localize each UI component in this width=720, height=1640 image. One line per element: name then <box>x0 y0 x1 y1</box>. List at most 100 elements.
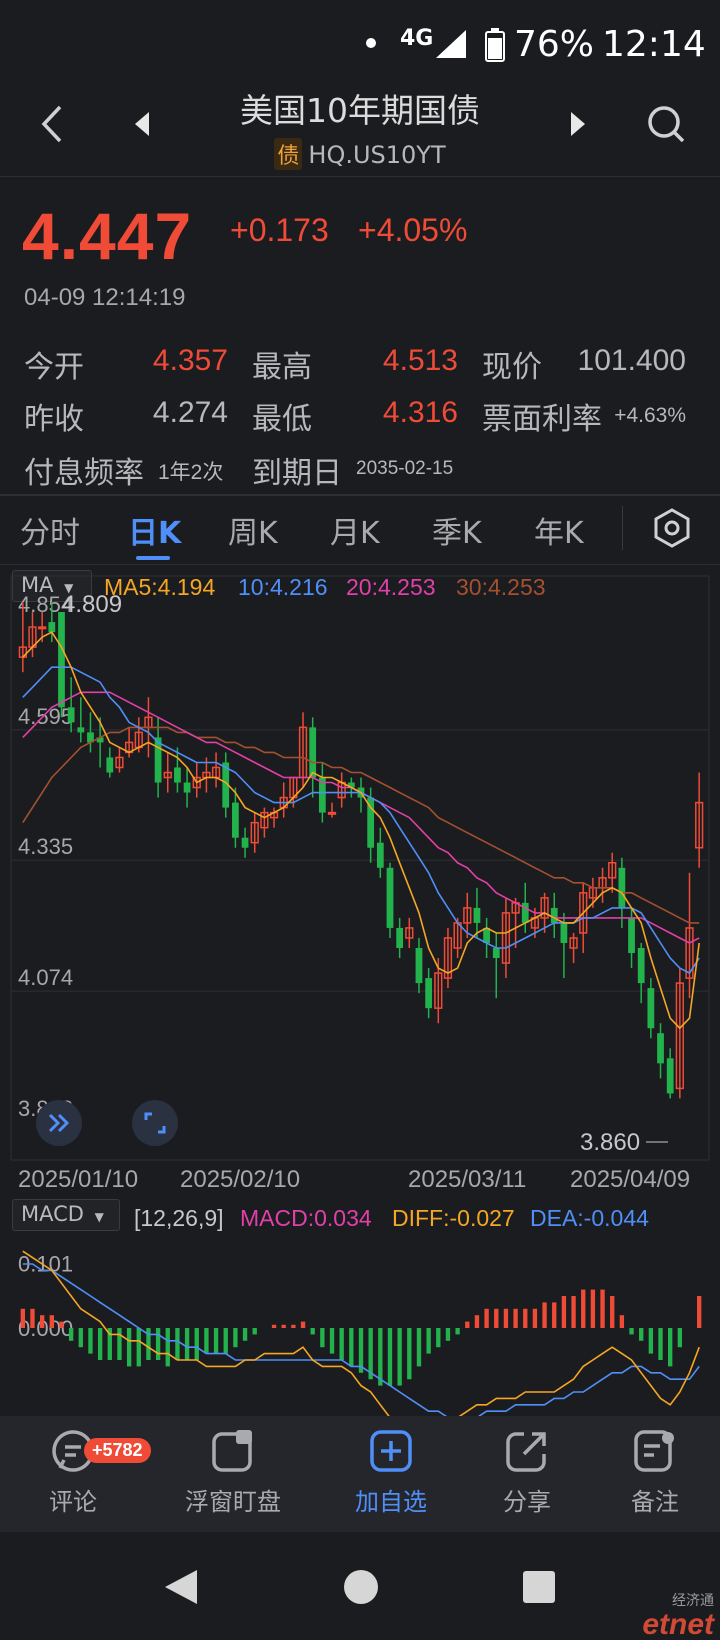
share-button[interactable]: 分享 <box>462 1428 592 1517</box>
macd-y-label: 0.000 <box>18 1316 73 1341</box>
dea-value: DEA:-0.044 <box>530 1205 649 1231</box>
float-window-button[interactable]: 浮窗盯盘 <box>168 1428 298 1517</box>
diff-value: DIFF:-0.027 <box>392 1205 515 1231</box>
coupon-value: +4.63% <box>614 404 686 427</box>
candle-body <box>396 927 404 948</box>
add-watchlist-label: 加自选 <box>355 1488 427 1516</box>
clean-price-value: 101.400 <box>577 344 686 377</box>
system-home-icon[interactable] <box>336 1562 386 1612</box>
status-bar: 4G 76% 12:14 <box>0 0 720 90</box>
expand-left-icon[interactable] <box>36 1100 82 1146</box>
tab-yearly[interactable]: 年K <box>534 508 584 552</box>
system-navigation: 经济通 etnet <box>0 1532 720 1640</box>
open-label: 今开 <box>24 350 84 385</box>
prev-security-icon[interactable] <box>120 102 164 146</box>
candle-body <box>327 811 337 815</box>
security-code: 债 HQ.US10YT <box>160 138 560 170</box>
macd-selector-label: MACD <box>21 1202 84 1226</box>
candle-body <box>483 927 490 943</box>
active-tab-indicator <box>136 556 170 560</box>
add-watchlist-icon <box>370 1430 412 1472</box>
system-back-icon[interactable] <box>156 1562 206 1612</box>
quote-timestamp: 04-09 12:14:19 <box>24 284 186 311</box>
tab-intraday[interactable]: 分时 <box>20 508 80 552</box>
x-label-4: 2025/04/09 <box>570 1166 691 1193</box>
ma30-line <box>22 726 700 924</box>
tab-separator <box>622 506 623 550</box>
y-axis-label: 4.595 <box>18 704 73 729</box>
macd-chart[interactable]: 0.1010.000 <box>0 1232 720 1416</box>
header-divider <box>0 176 720 177</box>
prev-close-label: 昨收 <box>24 402 84 437</box>
x-label-2: 2025/02/10 <box>180 1166 301 1193</box>
tab-quarterly[interactable]: 季K <box>432 508 482 552</box>
next-security-icon[interactable] <box>556 102 600 146</box>
candlestick-chart[interactable]: 4.8544.5954.3354.0743.8134.8093.860 <box>0 574 720 1164</box>
coupon-label: 票面利率 <box>482 402 602 437</box>
candle-body <box>637 948 645 984</box>
network-type: 4G <box>400 26 434 51</box>
frequency-value: 1年2次 <box>158 461 224 484</box>
system-recents-icon[interactable] <box>514 1562 564 1612</box>
candle-body <box>232 802 239 838</box>
battery-icon <box>485 28 505 62</box>
clock: 12:14 <box>602 24 706 65</box>
candle-body <box>309 727 317 778</box>
candle-body <box>38 626 47 630</box>
candle-body <box>425 978 433 1009</box>
candle-body <box>618 867 626 908</box>
period-tabs: 分时 日K 周K 月K 季K 年K <box>0 494 720 564</box>
candle-body <box>666 1058 674 1094</box>
comment-button[interactable]: 评论 +5782 <box>8 1428 151 1517</box>
candle-body <box>628 917 635 954</box>
high-value: 4.513 <box>382 344 458 377</box>
low-value: 4.316 <box>382 396 458 429</box>
comment-label: 评论 <box>49 1488 97 1516</box>
candle-body <box>386 867 394 928</box>
low-label: 最低 <box>252 402 312 437</box>
price-change: +0.173 <box>230 212 329 248</box>
candle-body <box>647 988 655 1029</box>
clean-price-label: 现价 <box>482 350 542 385</box>
high-marker: 4.809 <box>62 591 122 618</box>
candle-body <box>657 1033 664 1064</box>
tab-monthly[interactable]: 月K <box>330 508 380 552</box>
share-label: 分享 <box>503 1488 551 1516</box>
last-price: 4.447 <box>22 199 193 273</box>
high-label: 最高 <box>252 350 312 385</box>
top-bar: 美国10年期国债 债 HQ.US10YT <box>0 80 720 176</box>
float-window-label: 浮窗盯盘 <box>185 1488 281 1516</box>
add-watchlist-button[interactable]: 加自选 <box>326 1428 456 1517</box>
chart-frame <box>10 575 710 1161</box>
maturity-label: 到期日 <box>252 456 342 491</box>
bond-tag: 债 <box>274 138 303 170</box>
open-value: 4.357 <box>152 344 228 377</box>
candle-body <box>174 767 181 783</box>
chart-settings-icon[interactable] <box>648 504 696 552</box>
candle-body <box>415 948 423 984</box>
candle-body <box>376 842 384 868</box>
float-window-icon <box>212 1430 252 1472</box>
y-axis-label: 4.074 <box>18 965 73 990</box>
tab-weekly[interactable]: 周K <box>228 508 278 552</box>
prev-close-value: 4.274 <box>152 396 228 429</box>
price-change-pct: +4.05% <box>358 212 468 248</box>
ma10-line <box>22 666 700 975</box>
search-icon[interactable] <box>640 98 692 150</box>
y-axis-label: 4.335 <box>18 834 73 859</box>
ma5-line <box>22 631 700 1030</box>
candle-body <box>241 837 249 848</box>
candle-body <box>560 922 568 943</box>
back-icon[interactable] <box>28 100 76 148</box>
battery-percent: 76% <box>514 24 595 65</box>
tabs-divider <box>0 564 720 565</box>
fullscreen-icon[interactable] <box>132 1100 178 1146</box>
macd-selector[interactable]: MACD ▼ <box>12 1199 120 1231</box>
x-label-1: 2025/01/10 <box>18 1166 139 1193</box>
dropdown-icon: ▼ <box>94 1210 104 1224</box>
tab-daily[interactable]: 日K <box>128 508 181 552</box>
x-label-3: 2025/03/11 <box>408 1166 527 1193</box>
note-button[interactable]: 备注 <box>590 1428 720 1517</box>
frequency-label: 付息频率 <box>24 456 144 491</box>
candle-body <box>48 622 56 633</box>
